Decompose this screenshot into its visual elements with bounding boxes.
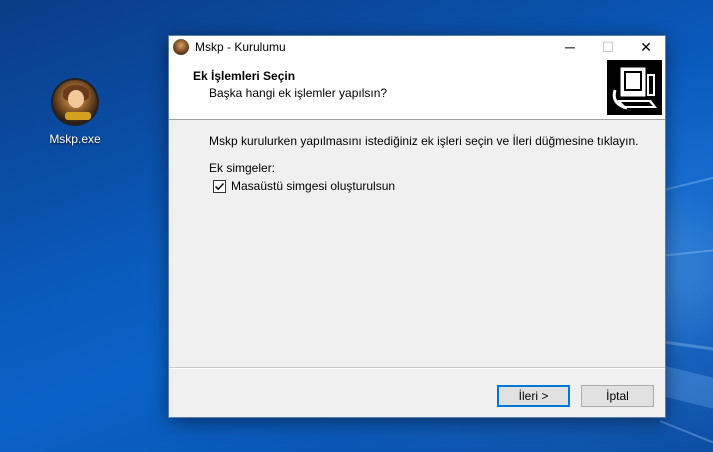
group-label: Ek simgeler: [209, 161, 276, 175]
close-button[interactable]: ✕ [627, 36, 665, 58]
setup-window: Mskp - Kurulumu ─ ☐ ✕ Ek İşlemleri Seçin… [168, 35, 666, 418]
light-beam [659, 242, 713, 257]
desktop-icon-label: Mskp.exe [49, 132, 101, 146]
desktop-icon-mskp[interactable]: Mskp.exe [40, 78, 110, 146]
minimize-button[interactable]: ─ [551, 36, 589, 58]
maximize-button: ☐ [601, 38, 615, 55]
window-title: Mskp - Kurulumu [195, 40, 286, 54]
desktop-shortcut-checkbox[interactable] [213, 179, 226, 193]
game-character-icon [51, 78, 99, 126]
instruction-text: Mskp kurulurken yapılmasını istediğiniz … [209, 134, 639, 148]
wizard-header: Ek İşlemleri Seçin Başka hangi ek işleml… [169, 58, 665, 120]
checkmark-icon [214, 182, 225, 190]
separator [169, 367, 665, 369]
cancel-button[interactable]: İptal [581, 385, 654, 407]
light-beam [659, 340, 713, 360]
page-title: Ek İşlemleri Seçin [193, 69, 296, 83]
title-bar[interactable]: Mskp - Kurulumu ─ ☐ ✕ [169, 36, 665, 58]
app-icon [173, 39, 189, 55]
installer-computer-icon [607, 60, 662, 115]
checkbox-label: Masaüstü simgesi oluşturulsun [231, 179, 396, 193]
light-beam [659, 160, 713, 192]
next-button[interactable]: İleri > [497, 385, 570, 407]
desktop-shortcut-option[interactable]: Masaüstü simgesi oluşturulsun [213, 179, 395, 193]
page-subtitle: Başka hangi ek işlemler yapılsın? [209, 86, 388, 100]
light-beam [659, 420, 713, 452]
wizard-content: Mskp kurulurken yapılmasını istediğiniz … [169, 120, 665, 378]
